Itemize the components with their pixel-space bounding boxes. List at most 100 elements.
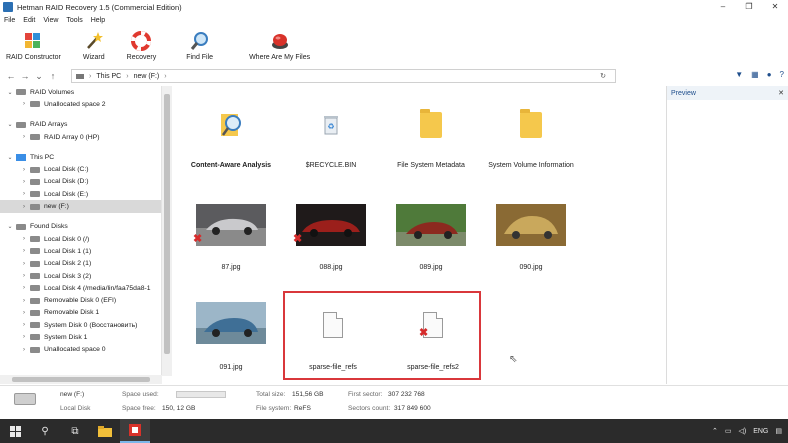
tree-item[interactable]: › Removable Disk 1 — [0, 307, 161, 319]
find-file-button[interactable]: Find File — [186, 27, 213, 65]
tree-item[interactable]: › Local Disk 1 (1) — [0, 245, 161, 257]
space-used-bar — [176, 391, 226, 398]
tree-horizontal-scrollbar[interactable] — [0, 375, 162, 384]
chevron-right-icon[interactable]: › — [18, 191, 30, 197]
crumb-this-pc[interactable]: This PC — [96, 73, 121, 80]
tree-item[interactable]: › Local Disk (C:) — [0, 163, 161, 175]
drive-icon — [30, 178, 40, 185]
preview-header: Preview ✕ — [667, 86, 788, 100]
refresh-icon[interactable]: ↻ — [600, 72, 606, 80]
file-item[interactable]: 090.jpg — [481, 204, 581, 271]
tree-vertical-scrollbar[interactable] — [162, 86, 172, 376]
filter-icon[interactable]: ▼ — [735, 70, 743, 79]
recovery-button[interactable]: Recovery — [127, 27, 156, 65]
file-item[interactable]: File System Metadata — [381, 109, 481, 169]
menu-view[interactable]: View — [43, 17, 58, 24]
file-item[interactable]: ✖ 87.jpg — [181, 204, 281, 271]
scrollbar-thumb[interactable] — [12, 377, 150, 382]
menu-file[interactable]: File — [4, 17, 15, 24]
chevron-right-icon[interactable]: › — [18, 101, 30, 107]
tree-section-raid-volumes[interactable]: ⌄ RAID Volumes — [0, 86, 161, 98]
file-item[interactable]: 089.jpg — [381, 204, 481, 271]
chevron-right-icon[interactable]: › — [18, 261, 30, 267]
minimize-button[interactable]: – — [710, 0, 736, 14]
tree-item-label: Local Disk (E:) — [44, 190, 89, 198]
chevron-right-icon[interactable]: › — [18, 204, 30, 210]
chevron-right-icon[interactable]: › — [18, 298, 30, 304]
tree-item[interactable]: › Local Disk 3 (2) — [0, 270, 161, 282]
tree-item[interactable]: › System Disk 0 (Восстановить) — [0, 319, 161, 331]
menu-edit[interactable]: Edit — [23, 17, 35, 24]
tree-item[interactable]: › Local Disk 2 (1) — [0, 258, 161, 270]
close-icon[interactable]: ✕ — [778, 89, 784, 97]
wizard-button[interactable]: Wizard — [83, 27, 105, 65]
app-icon — [3, 2, 13, 12]
up-arrow-icon[interactable]: ↑ — [46, 71, 60, 81]
tree-item[interactable]: › RAID Array 0 (HP) — [0, 131, 161, 143]
maximize-button[interactable]: ❐ — [736, 0, 762, 14]
image-thumbnail — [496, 204, 566, 246]
menu-tools[interactable]: Tools — [66, 17, 82, 24]
forward-arrow-icon[interactable]: → — [18, 71, 32, 81]
file-item[interactable]: System Volume Information — [481, 109, 581, 169]
file-item[interactable]: ✖ 088.jpg — [281, 204, 381, 271]
chevron-right-icon[interactable]: › — [18, 134, 30, 140]
tree-item[interactable]: › Local Disk 0 (/) — [0, 233, 161, 245]
view-mode-icon[interactable]: ▦ — [751, 70, 759, 79]
chevron-right-icon[interactable]: › — [18, 248, 30, 254]
search-icon[interactable]: ⚲ — [30, 419, 60, 443]
raid-constructor-button[interactable]: RAID Constructor — [6, 27, 61, 65]
tree-item[interactable]: › System Disk 1 — [0, 331, 161, 343]
file-explorer-icon[interactable] — [90, 419, 120, 443]
file-item[interactable]: Content-Aware Analysis — [181, 112, 281, 169]
tree-item[interactable]: › Unallocated space 2 — [0, 98, 161, 110]
chevron-right-icon[interactable]: › — [18, 179, 30, 185]
file-item[interactable]: ♻ $RECYCLE.BIN — [281, 112, 381, 169]
chevron-right-icon[interactable]: › — [18, 347, 30, 353]
menu-help[interactable]: Help — [91, 17, 105, 24]
path-box[interactable]: › This PC › new (F:) › ↻ — [71, 69, 616, 83]
language-indicator[interactable]: ENG — [753, 428, 768, 435]
network-icon[interactable]: ▭ — [725, 427, 732, 435]
tree-item[interactable]: › Unallocated space 0 — [0, 344, 161, 356]
tree-section-found-disks[interactable]: ⌄ Found Disks — [0, 221, 161, 233]
crumb-new-f[interactable]: new (F:) — [134, 73, 160, 80]
windows-start-icon[interactable] — [0, 419, 30, 443]
chevron-right-icon[interactable]: › — [18, 322, 30, 328]
chevron-right-icon[interactable]: › — [18, 310, 30, 316]
toolbar: RAID Constructor Wizard Recovery Find Fi… — [0, 27, 788, 65]
scrollbar-thumb[interactable] — [164, 94, 170, 354]
help-icon[interactable]: ? — [780, 70, 784, 79]
tree-section-raid-arrays[interactable]: ⌄ RAID Arrays — [0, 119, 161, 131]
chevron-right-icon[interactable]: › — [18, 285, 30, 291]
back-arrow-icon[interactable]: ← — [4, 71, 18, 81]
tree-item[interactable]: › Local Disk (D:) — [0, 176, 161, 188]
settings-icon[interactable]: ● — [767, 70, 772, 79]
taskbar: ⚲ ⧉ ⌃ ▭ ◁) ENG ▤ — [0, 419, 788, 443]
task-view-icon[interactable]: ⧉ — [60, 419, 90, 443]
tree-item[interactable]: › Local Disk (E:) — [0, 188, 161, 200]
chevron-down-icon[interactable]: ⌄ — [4, 89, 16, 96]
volume-icon[interactable]: ◁) — [738, 427, 746, 435]
tree-item[interactable]: › Removable Disk 0 (EFI) — [0, 294, 161, 306]
chevron-right-icon[interactable]: › — [18, 273, 30, 279]
tree-item-label: Local Disk (D:) — [44, 178, 89, 186]
first-sector-value: 307 232 768 — [388, 391, 425, 398]
chevron-right-icon[interactable]: › — [18, 236, 30, 242]
chevron-down-icon[interactable]: ⌄ — [4, 223, 16, 230]
tree-item[interactable]: › Local Disk 4 (/media/lin/faa75da8-1 — [0, 282, 161, 294]
chevron-up-icon[interactable]: ⌃ — [712, 427, 718, 435]
file-item[interactable]: 091.jpg — [181, 302, 281, 371]
raid-recovery-taskbar-icon[interactable] — [120, 419, 150, 443]
close-button[interactable]: ✕ — [762, 0, 788, 14]
where-are-my-files-button[interactable]: Where Are My Files — [249, 27, 310, 65]
chevron-right-icon[interactable]: › — [18, 334, 30, 340]
chevron-right-icon[interactable]: › — [18, 167, 30, 173]
notifications-icon[interactable]: ▤ — [775, 427, 782, 435]
tree-item-selected[interactable]: › new (F:) — [0, 200, 161, 213]
tree-section-this-pc[interactable]: ⌄ This PC — [0, 151, 161, 163]
chevron-down-icon[interactable]: ⌄ — [4, 121, 16, 128]
chevron-down-icon[interactable]: ⌄ — [4, 154, 16, 161]
history-chevron-icon[interactable]: ⌄ — [32, 71, 46, 82]
recycle-bin-icon: ♻ — [319, 112, 343, 140]
